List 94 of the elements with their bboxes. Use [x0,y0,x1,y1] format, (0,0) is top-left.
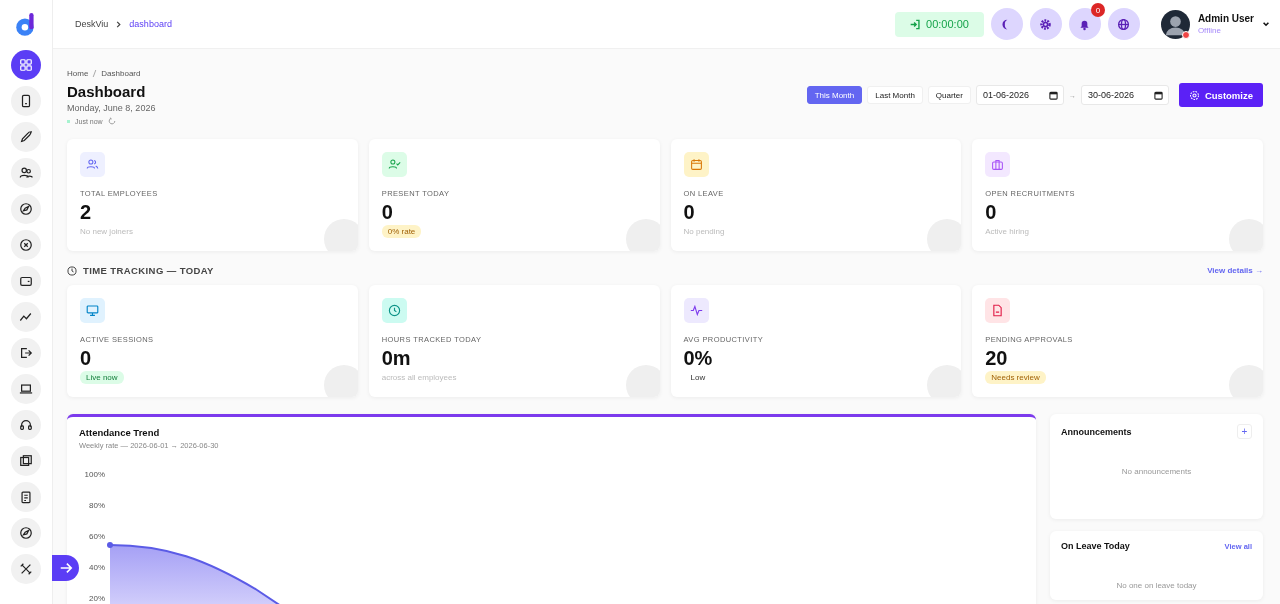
settings-icon [1039,17,1053,31]
arrow-right-icon [58,561,73,575]
document-icon [991,304,1005,317]
tools-icon [19,562,33,576]
add-button[interactable]: + [1237,424,1252,439]
period-tab[interactable]: Quarter [927,86,971,104]
expand-sidebar-button[interactable] [52,555,79,581]
settings-icon [1188,89,1200,101]
view-details-link[interactable]: View details → [1207,266,1263,275]
headset-icon [19,418,33,432]
stat-value: 2 [80,200,92,224]
sidebar-item[interactable] [11,482,41,512]
sidebar-item[interactable] [11,122,41,152]
empty-message: No one on leave today [1115,581,1198,590]
end-date-field[interactable]: 30-06-2026 [1080,85,1169,105]
sidebar-item[interactable] [11,86,41,116]
cancel-icon [19,238,33,252]
stat-value: 0% [683,346,713,370]
calendar-icon [1153,91,1163,100]
stat-value: 20 [985,346,1008,370]
notification-count: 0 [1090,3,1105,17]
sign-in-icon [910,18,922,30]
clock-icon [387,304,401,317]
panel-title: On Leave Today [1061,541,1130,551]
sidebar-item[interactable] [11,518,41,548]
users-icon [19,166,33,180]
sidebar-item[interactable] [11,50,41,80]
stat-value: 0 [80,346,92,370]
sidebar-item[interactable] [11,266,41,296]
customize-button[interactable]: Customize [1178,83,1263,107]
breadcrumb-link[interactable]: Home [67,69,89,78]
stat-note: Live now [80,371,124,384]
start-date-field[interactable]: 01-06-2026 [975,85,1064,105]
stat-value: 0 [381,200,393,224]
period-tab[interactable]: Last Month [867,86,923,104]
exit-icon [19,346,33,360]
section-title: TIME TRACKING — TODAY [83,265,214,276]
documents-icon [19,454,33,468]
axis-label: 80% [89,501,105,510]
user-name: Admin User [1197,13,1254,24]
sidebar-item[interactable] [11,338,41,368]
users-icon [86,158,99,171]
breadcrumb-link[interactable]: DeskViu [75,19,109,29]
sidebar-item[interactable] [11,410,41,440]
sidebar-item[interactable] [11,230,41,260]
monitor-icon [86,304,99,317]
sidebar-item[interactable] [11,374,41,404]
stat-note: 0% rate [381,225,422,238]
notifications-button[interactable] [1068,8,1101,40]
stat-note: No pending [683,226,725,238]
dark-mode-button[interactable] [990,8,1023,40]
empty-message: No announcements [1120,467,1193,476]
clock-icon [67,265,77,276]
grid-icon [19,58,33,72]
sidebar-item[interactable] [11,158,41,188]
compass-icon [19,202,33,216]
chart-title: Attendance Trend [79,427,161,438]
panel-title: Announcements [1061,426,1132,437]
compass-icon [19,526,33,540]
axis-label: 20% [89,594,105,603]
briefcase-icon [991,158,1005,171]
settings-button[interactable] [1029,8,1062,40]
axis-label: 100% [84,470,105,479]
user-status: Offline [1197,26,1222,35]
laptop-icon [19,382,33,396]
stat-note: Needs review [985,371,1046,384]
period-tab[interactable]: This Month [806,86,863,104]
pulse-icon [689,304,703,317]
trend-icon [19,310,33,324]
user-check-icon [387,158,401,171]
language-button[interactable] [1107,8,1140,40]
calendar-icon [689,158,703,171]
stat-value: 0m [381,346,411,370]
status-dot [1181,30,1190,39]
phone-icon [19,94,33,108]
breadcrumb-current: Dashboard [101,69,141,78]
axis-label: 40% [89,563,105,572]
sidebar-item[interactable] [11,194,41,224]
stat-value: 0 [683,200,695,224]
sidebar-item[interactable] [11,446,41,476]
calendar-icon [1048,91,1058,100]
avatar-icon [1160,9,1190,39]
axis-label: 60% [89,532,105,541]
sidebar-item[interactable] [11,554,41,584]
stat-note: Low [689,372,707,384]
stat-value: 0 [985,200,997,224]
page-date: Monday, June 8, 2026 [67,103,156,113]
chevron-right-icon [115,20,123,28]
clipboard-icon [19,490,33,504]
page-title: Dashboard [67,83,147,100]
wallet-icon [19,274,33,288]
globe-icon [1117,17,1131,31]
breadcrumb-current: dashboard [129,19,172,29]
caret-icon[interactable] [1262,20,1270,28]
